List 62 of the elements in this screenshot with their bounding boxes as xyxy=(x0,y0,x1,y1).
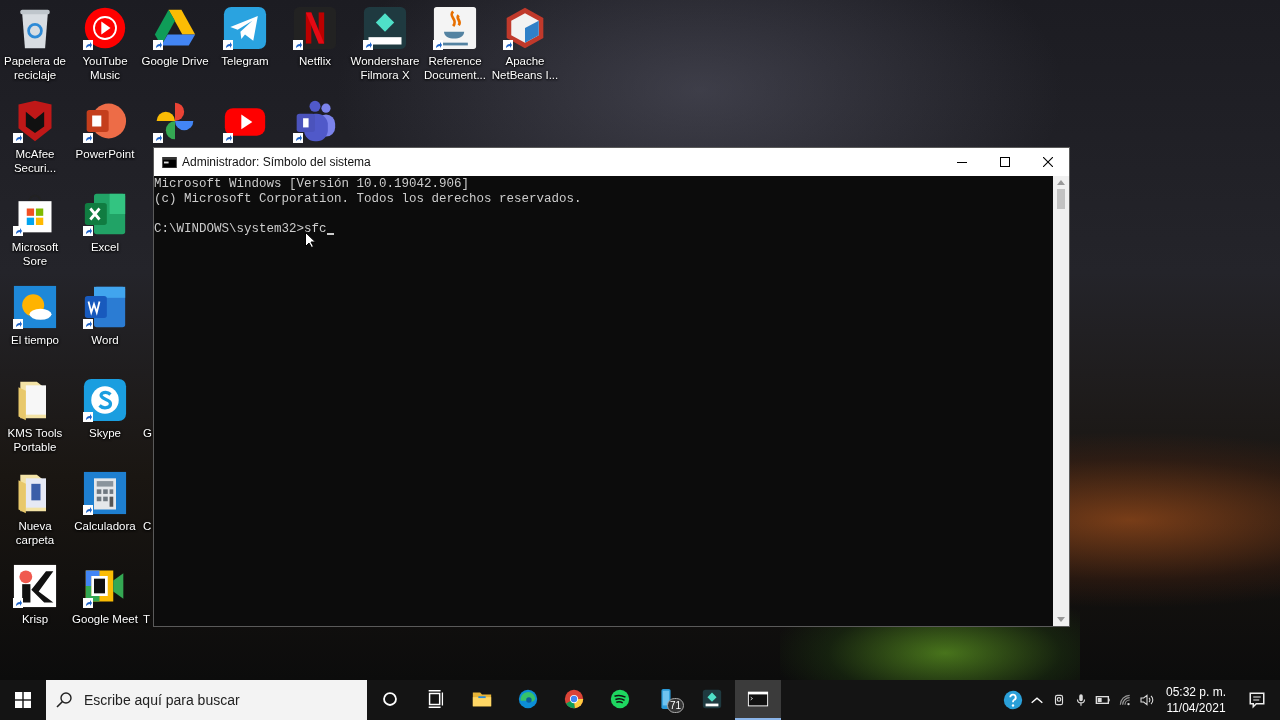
search-icon xyxy=(56,692,72,708)
desktop-item[interactable]: Microsoft Sore xyxy=(0,192,70,285)
taskbar-app[interactable]: 71 xyxy=(643,680,689,720)
sound-waves-icon xyxy=(609,688,631,710)
calculator-icon xyxy=(83,471,127,515)
help-icon xyxy=(1001,689,1024,711)
speaker-icon xyxy=(1138,691,1155,709)
mouse-pointer-icon xyxy=(305,232,316,248)
desktop-item[interactable]: Telegram xyxy=(210,6,280,99)
console-text: Microsoft Windows [Versión 10.0.19042.906] xyxy=(154,177,471,192)
clock-button[interactable]: 05:32 p. m. 11/04/2021 xyxy=(1157,684,1234,716)
text-cursor xyxy=(326,233,334,235)
minimize-icon xyxy=(956,161,967,163)
desktop-item[interactable] xyxy=(293,99,337,143)
maximize-icon xyxy=(999,157,1010,167)
icon-label: T xyxy=(143,612,151,626)
command-prompt: C:\WINDOWS\system32> xyxy=(154,222,305,237)
desktop-item[interactable]: Google Meet xyxy=(70,564,140,657)
scrollbar[interactable] xyxy=(1053,176,1069,626)
console-text: (c) Microsoft Corporation. Todos los derechos reservados. xyxy=(154,192,583,207)
chat-bubble-icon xyxy=(83,378,127,422)
icon-label: G xyxy=(143,426,152,440)
desktop-item[interactable]: PowerPoint xyxy=(70,99,140,192)
diamond-logo-icon xyxy=(701,688,723,710)
desktop-item[interactable]: Google Drive xyxy=(140,6,210,99)
taskbar-app[interactable] xyxy=(735,680,781,720)
play-circle-icon xyxy=(83,6,127,50)
spreadsheet-app-icon xyxy=(83,192,127,236)
desktop-item[interactable]: El tiempo xyxy=(0,285,70,378)
desktop-item[interactable]: Reference Document... xyxy=(420,6,490,99)
search-input[interactable]: Escribe aquí para buscar xyxy=(82,691,367,709)
console-icon xyxy=(162,156,177,168)
windows-logo-icon xyxy=(15,692,31,708)
desktop-item[interactable]: Calculadora xyxy=(70,471,140,564)
swirl-logo-icon xyxy=(517,688,539,710)
diamond-logo-icon xyxy=(363,6,407,50)
desktop-item[interactable]: Excel xyxy=(70,192,140,285)
desktop-item[interactable]: Skype xyxy=(70,378,140,471)
notification-badge: 71 xyxy=(667,698,685,713)
paper-plane-icon xyxy=(223,6,267,50)
desktop-item[interactable]: Wondershare Filmora X xyxy=(350,6,420,99)
desktop-item[interactable]: YouTube Music xyxy=(70,6,140,99)
chevron-up-icon xyxy=(1030,696,1043,704)
desktop-item[interactable]: KMS Tools Portable xyxy=(0,378,70,471)
icon-label: C xyxy=(143,519,152,533)
search-field[interactable]: Escribe aquí para buscar xyxy=(46,680,367,720)
document-app-icon xyxy=(83,285,127,329)
desktop-item[interactable]: McAfee Securi... xyxy=(0,99,70,192)
scrollbar-thumb[interactable] xyxy=(1057,189,1065,209)
desktop-item[interactable]: Apache NetBeans I... xyxy=(490,6,560,99)
desktop-item[interactable]: Word xyxy=(70,285,140,378)
dot-logo-icon xyxy=(13,564,57,608)
sun-cloud-icon xyxy=(13,285,57,329)
desktop-item[interactable]: Krisp xyxy=(0,564,70,657)
desktop-item[interactable]: Papelera de reciclaje xyxy=(0,6,70,99)
window-title: Administrador: Símbolo del sistema xyxy=(182,155,372,169)
coffee-cup-icon xyxy=(433,6,477,50)
desktop-item[interactable]: Netflix xyxy=(280,6,350,99)
desktop-item[interactable]: Nueva carpeta xyxy=(0,471,70,564)
close-icon xyxy=(1042,157,1053,167)
message-icon xyxy=(1248,691,1266,709)
ring-logo-icon xyxy=(563,688,585,710)
